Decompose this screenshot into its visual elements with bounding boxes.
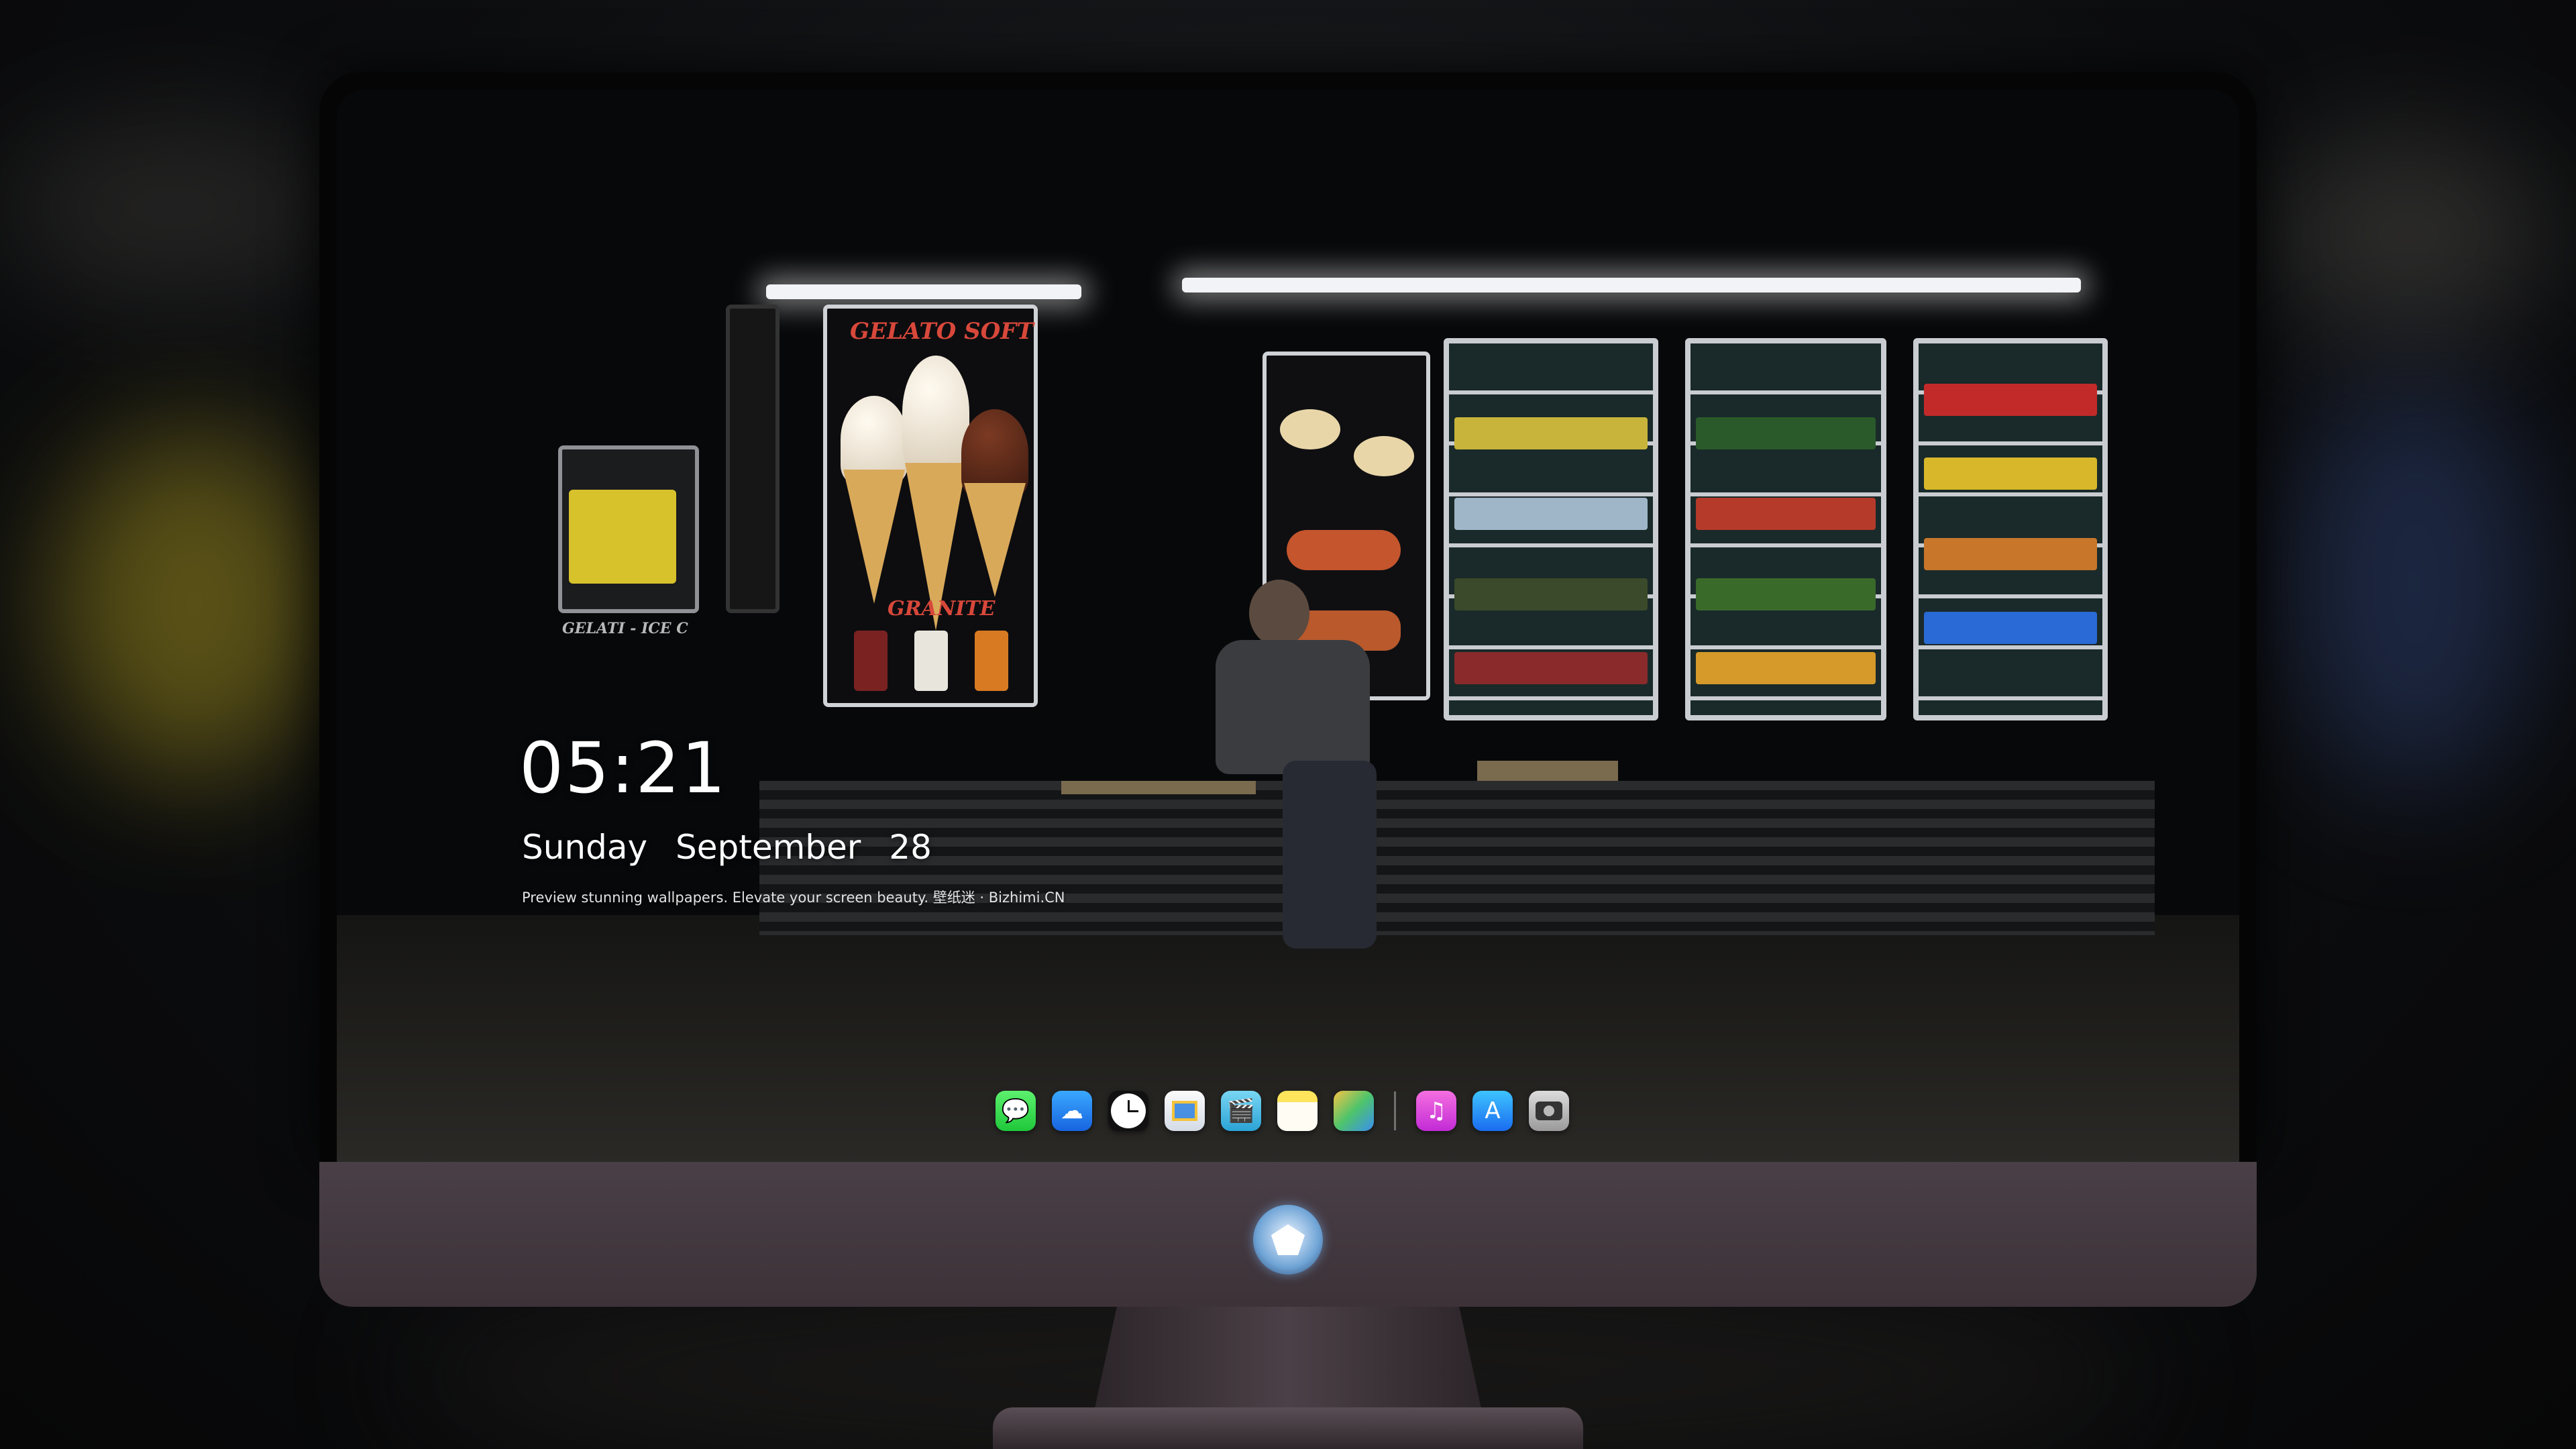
poster-gelati-ice: GELATI - ICE C (562, 620, 688, 637)
notes-icon[interactable] (1277, 1091, 1318, 1131)
date-weekday: Sunday (522, 828, 648, 867)
lock-screen-time: 05:21 (519, 727, 727, 809)
weather-icon[interactable]: ☁ (1052, 1091, 1092, 1131)
date-month: September (676, 828, 861, 867)
brand-logo-icon (1253, 1205, 1323, 1275)
preview-icon[interactable] (1165, 1091, 1205, 1131)
monitor-bezel: GELATI - ICE C GELATO SOFT GRANITE 05:21… (319, 72, 2257, 1162)
background-blur-gray (2267, 134, 2549, 335)
wallpaper-caption: Preview stunning wallpapers. Elevate you… (522, 890, 1065, 906)
dock-divider (1394, 1091, 1396, 1130)
photos-icon[interactable] (1334, 1091, 1374, 1131)
fridge-2 (1685, 338, 1886, 720)
wallpaper-person (1202, 580, 1424, 955)
monitor: GELATI - ICE C GELATO SOFT GRANITE 05:21… (319, 72, 2257, 1307)
video-icon[interactable]: 🎬 (1221, 1091, 1261, 1131)
background-blur-yellow (54, 429, 335, 778)
clock-icon[interactable] (1108, 1091, 1148, 1131)
kiosk-light-left (766, 284, 1081, 299)
background-blur-gray-left (0, 121, 349, 295)
poster-gelato-soft: GELATO SOFT (850, 318, 1034, 345)
dock: 💬 ☁ 🎬 ♫ A (996, 1087, 1585, 1134)
wallpaper-chair (1477, 761, 1618, 781)
gelato-poster: GELATO SOFT GRANITE (823, 305, 1038, 707)
kiosk-machine (558, 445, 699, 613)
monitor-stand (993, 1307, 1583, 1449)
lock-screen-date: Sunday September 28 (522, 828, 932, 867)
kiosk-menu-strip (726, 305, 780, 613)
kiosk-counter (759, 781, 2155, 935)
kiosk-light-right (1182, 278, 2081, 292)
app-store-icon[interactable]: A (1472, 1091, 1513, 1131)
poster-granite: GRANITE (888, 597, 996, 621)
wallpaper: GELATI - ICE C GELATO SOFT GRANITE (337, 90, 2239, 1162)
music-icon[interactable]: ♫ (1416, 1091, 1456, 1131)
camera-icon[interactable] (1529, 1091, 1569, 1131)
screen: GELATI - ICE C GELATO SOFT GRANITE 05:21… (337, 90, 2239, 1162)
fridge-3 (1913, 338, 2108, 720)
fridge-1 (1444, 338, 1658, 720)
date-day: 28 (889, 828, 932, 867)
messages-icon[interactable]: 💬 (996, 1091, 1036, 1131)
background-blur-blue (2294, 376, 2536, 792)
